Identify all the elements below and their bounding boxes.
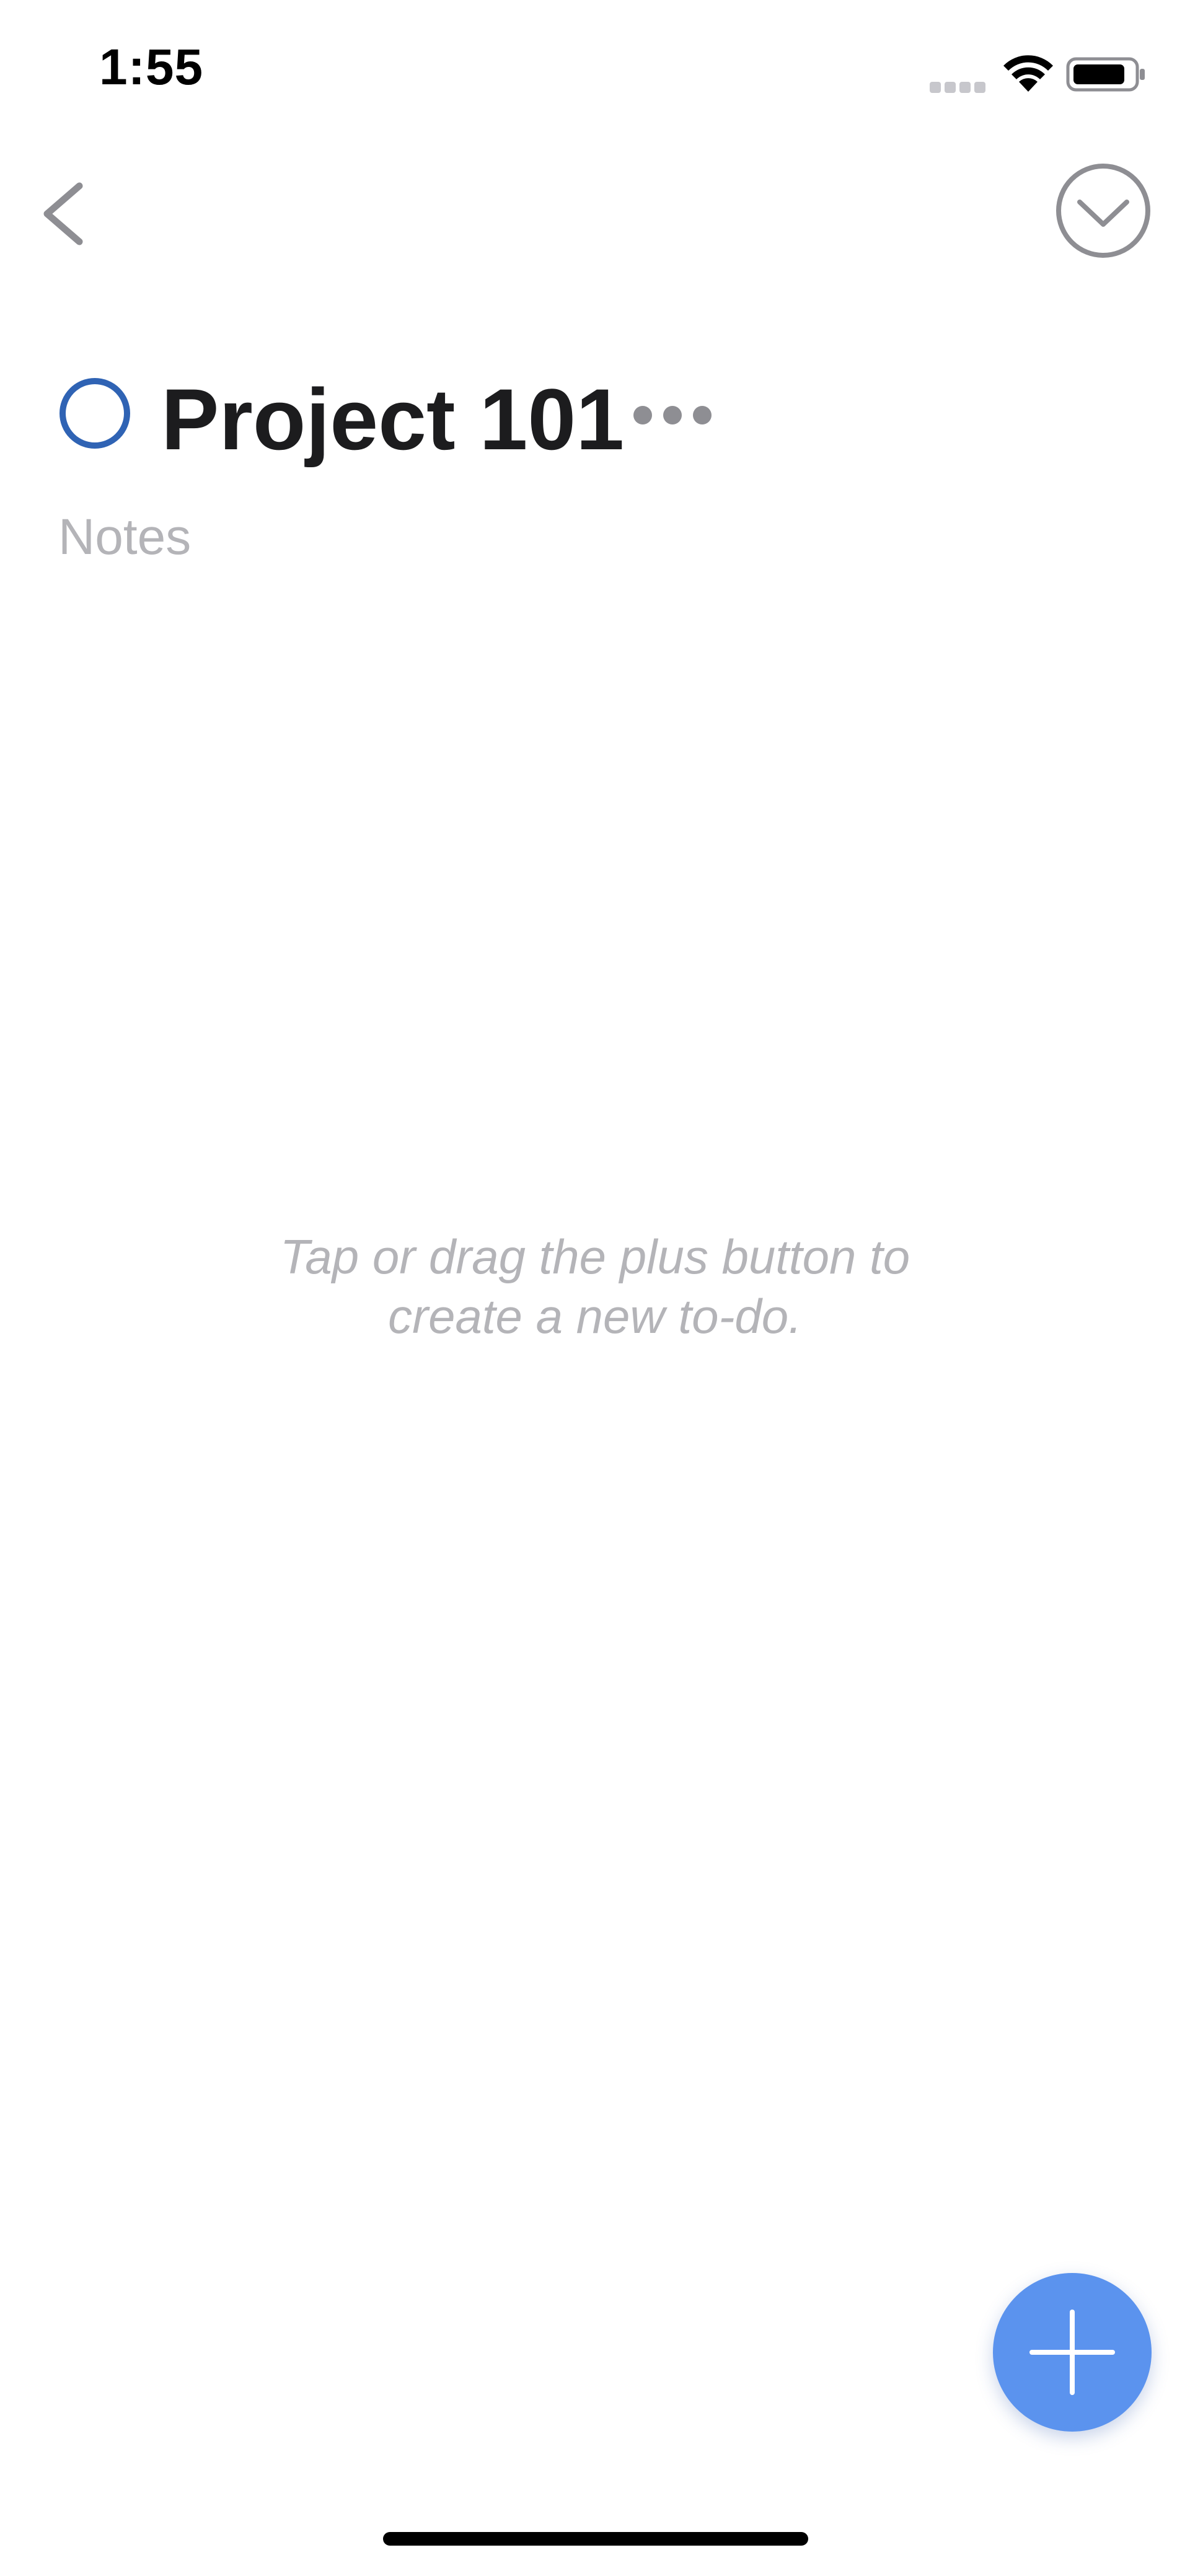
add-todo-button[interactable] (993, 2273, 1152, 2432)
chevron-left-icon (43, 182, 83, 245)
more-dot (693, 406, 712, 424)
project-title[interactable]: Project 101 (161, 369, 624, 470)
notes-field[interactable] (58, 508, 1050, 566)
project-progress-circle[interactable] (60, 378, 130, 449)
more-dot (663, 406, 682, 424)
empty-state-line: Tap or drag the plus button to (280, 1229, 910, 1284)
home-indicator (383, 2532, 808, 2546)
plus-icon (1029, 2310, 1115, 2395)
more-dot (633, 406, 652, 424)
cellular-signal-icon (930, 79, 988, 93)
battery-icon (1066, 57, 1145, 92)
status-time: 1:55 (99, 39, 204, 95)
wifi-icon (1003, 55, 1053, 92)
circle-checkmark-icon (1056, 164, 1150, 258)
complete-project-button[interactable] (1054, 161, 1153, 260)
empty-state-hint: Tap or drag the plus button to create a … (161, 1227, 1029, 1346)
back-button[interactable] (37, 174, 124, 254)
more-options-button[interactable] (633, 397, 726, 434)
empty-state-line: create a new to-do. (388, 1289, 802, 1343)
